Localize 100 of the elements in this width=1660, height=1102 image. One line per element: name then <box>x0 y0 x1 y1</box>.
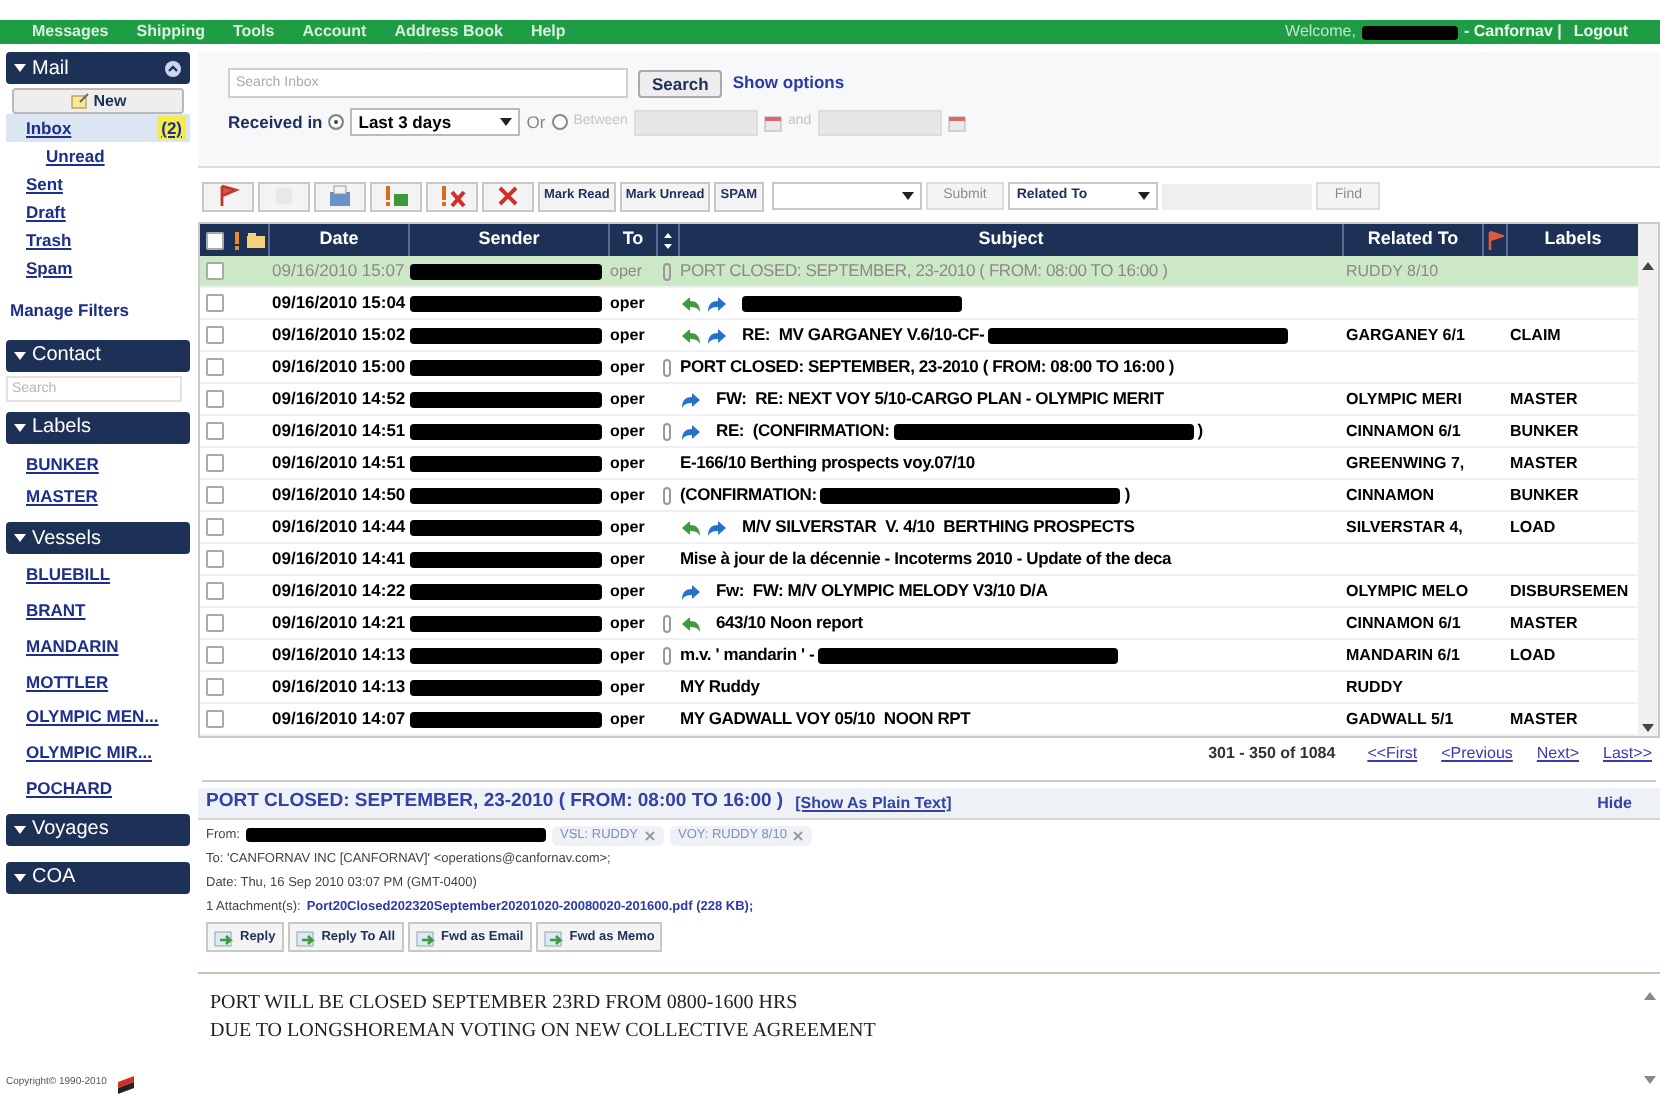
message-row[interactable]: 09/16/2010 14:21 oper 643/10 Noon report CINNAMON 6/1 MASTER <box>200 608 1638 640</box>
search-button[interactable]: Search <box>638 69 723 97</box>
vessel-link[interactable]: OLYMPIC MIR... <box>26 740 152 766</box>
folder-link[interactable]: Unread <box>46 143 105 169</box>
section-header[interactable]: Contact <box>6 339 190 372</box>
pager-link[interactable]: Next> <box>1536 742 1580 766</box>
toolbar-button[interactable] <box>482 181 534 211</box>
or-label: Or <box>526 109 546 135</box>
radio-button[interactable] <box>328 114 345 130</box>
folder-link[interactable]: Inbox <box>26 115 72 141</box>
row-checkbox[interactable] <box>205 710 223 728</box>
message-row[interactable]: 09/16/2010 14:41 oper Mise à jour de la décennie - Incoterms 2010 - Update of the deca <box>200 544 1638 576</box>
vessel-link[interactable]: MOTTLER <box>26 669 109 695</box>
preview-subject: PORT CLOSED: SEPTEMBER, 23-2010 ( FROM: 08:00 TO 16:00 ) <box>206 788 784 817</box>
row-checkbox[interactable] <box>205 390 223 408</box>
message-row[interactable]: 09/16/2010 14:13 oper m.v. ' mandarin ' - MANDARIN 6/1 LOAD <box>200 640 1638 672</box>
vessel-link[interactable]: BLUEBILL <box>26 562 111 588</box>
folder-link[interactable]: Trash <box>26 227 72 253</box>
row-checkbox[interactable] <box>205 294 223 312</box>
date-cell-text: 09/16/2010 14:22 <box>270 578 408 604</box>
row-checkbox[interactable] <box>205 550 223 568</box>
radio-button[interactable] <box>551 114 568 130</box>
date-cell-text: 09/16/2010 14:50 <box>270 482 408 508</box>
plain-text-link[interactable]: [Show As Plain Text] <box>795 791 952 815</box>
pager-link[interactable]: Last>> <box>1603 742 1652 766</box>
message-row[interactable]: 09/16/2010 14:50 oper (CONFIRMATION: ) CINNAMON BUNKER <box>200 480 1638 512</box>
date-cell-text: 09/16/2010 14:41 <box>270 546 408 572</box>
row-checkbox[interactable] <box>205 454 223 472</box>
row-checkbox[interactable] <box>205 358 223 376</box>
folder-link[interactable]: Sent <box>26 171 63 197</box>
row-checkbox[interactable] <box>205 326 223 344</box>
to-cell: oper <box>610 454 645 472</box>
show-options-link[interactable]: Show options <box>732 70 845 96</box>
folder-link[interactable]: Draft <box>26 199 66 225</box>
message-row[interactable]: 09/16/2010 14:44 oper M/V SILVERSTAR V. 4/10 BERTHING PROSPECTS SILVERSTAR 4, LOAD <box>200 512 1638 544</box>
vessel-link[interactable]: OLYMPIC MEN... <box>26 704 159 730</box>
subject-cell: Fw: FW: M/V OLYMPIC MELODY V3/10 D/A <box>716 578 1048 604</box>
toolbar-button[interactable] <box>370 181 422 211</box>
message-row[interactable]: 09/16/2010 14:13 oper MY Ruddy RUDDY <box>200 672 1638 704</box>
message-row[interactable]: 09/16/2010 15:04 oper <box>200 288 1638 320</box>
row-checkbox[interactable] <box>205 422 223 440</box>
range-dropdown[interactable]: Last 3 days <box>350 108 521 136</box>
message-row[interactable]: 09/16/2010 15:00 oper PORT CLOSED: SEPTEMBER, 23-2010 ( FROM: 08:00 TO 16:00 ) <box>200 352 1638 384</box>
collapse-icon <box>164 59 182 77</box>
section-header[interactable]: COA <box>6 861 190 893</box>
row-checkbox[interactable] <box>205 262 223 280</box>
toolbar-button[interactable] <box>314 181 366 211</box>
message-row[interactable]: 09/16/2010 14:51 oper E-166/10 Berthing prospects voy.07/10 GREENWING 7, MASTER <box>200 448 1638 480</box>
row-checkbox[interactable] <box>205 646 223 664</box>
row-checkbox[interactable] <box>205 582 223 600</box>
message-row[interactable]: 09/16/2010 15:02 oper RE: MV GARGANEY V.6/10-CF- GARGANEY 6/1 CLAIM <box>200 320 1638 352</box>
related-to-cell: GREENWING 7, <box>1346 454 1465 472</box>
scrollbar[interactable] <box>1638 224 1658 736</box>
section-header[interactable]: Vessels <box>6 522 190 555</box>
section-header[interactable]: Voyages <box>6 813 190 845</box>
related-field[interactable] <box>1162 183 1313 209</box>
delete-icon <box>496 184 520 208</box>
label-cell: MASTER <box>1510 614 1578 632</box>
section-header[interactable]: Mail <box>6 52 190 84</box>
row-checkbox[interactable] <box>205 518 223 536</box>
to-cell: oper <box>610 710 645 728</box>
unread-count-badge: (2) <box>157 115 186 141</box>
pager-link[interactable]: <Previous <box>1441 742 1513 766</box>
date-field[interactable] <box>817 109 942 135</box>
subject-cell: (CONFIRMATION: <box>680 482 817 508</box>
related-to-cell: RUDDY 8/10 <box>1346 262 1439 280</box>
row-checkbox[interactable] <box>205 231 223 249</box>
date-field[interactable] <box>633 109 758 135</box>
manage-filters-link[interactable]: Manage Filters <box>6 298 190 324</box>
message-row[interactable]: 09/16/2010 14:51 oper RE: (CONFIRMATION: ) CINNAMON 6/1 BUNKER <box>200 416 1638 448</box>
row-checkbox[interactable] <box>205 614 223 632</box>
toolbar-button[interactable] <box>202 181 254 211</box>
label-cell: CLAIM <box>1510 326 1561 344</box>
row-checkbox[interactable] <box>205 678 223 696</box>
account-name: - Canfornav | <box>1463 20 1562 44</box>
label-link[interactable]: MASTER <box>26 483 98 509</box>
subject-cell: m.v. ' mandarin ' - <box>680 642 815 668</box>
vessel-link[interactable]: MANDARIN <box>26 633 119 659</box>
folder-icon <box>328 184 352 208</box>
date-cell-text: 09/16/2010 15:02 <box>270 322 408 348</box>
related-to-cell: OLYMPIC MERI <box>1346 390 1462 408</box>
toolbar-button[interactable] <box>426 181 478 211</box>
message-row[interactable]: 09/16/2010 14:22 oper Fw: FW: M/V OLYMPIC MELODY V3/10 D/A OLYMPIC MELO DISBURSEMEN <box>200 576 1638 608</box>
vessel-link[interactable]: POCHARD <box>26 775 112 801</box>
folder-link[interactable]: Spam <box>26 255 73 281</box>
label-dropdown[interactable] <box>771 182 922 210</box>
row-checkbox[interactable] <box>205 486 223 504</box>
label-link[interactable]: BUNKER <box>26 451 99 477</box>
folder-icon <box>246 231 266 249</box>
vessel-link[interactable]: BRANT <box>26 598 86 624</box>
date-cell-text: 09/16/2010 14:13 <box>270 674 408 700</box>
received-label: Received in <box>228 109 323 135</box>
new-button[interactable]: New <box>12 88 184 114</box>
message-row[interactable]: 09/16/2010 14:07 oper MY GADWALL VOY 05/10 NOON RPT GADWALL 5/1 MASTER <box>200 704 1638 736</box>
hide-link[interactable]: Hide <box>1597 791 1632 815</box>
pager-link[interactable]: <<First <box>1367 742 1418 766</box>
section-header[interactable]: Labels <box>6 411 190 444</box>
message-row[interactable]: 09/16/2010 14:52 oper FW: RE: NEXT VOY 5/10-CARGO PLAN - OLYMPIC MERIT OLYMPIC MERI MASTER <box>200 384 1638 416</box>
date-cell-text: 09/16/2010 14:07 <box>270 706 408 732</box>
to-cell: oper <box>610 614 645 632</box>
